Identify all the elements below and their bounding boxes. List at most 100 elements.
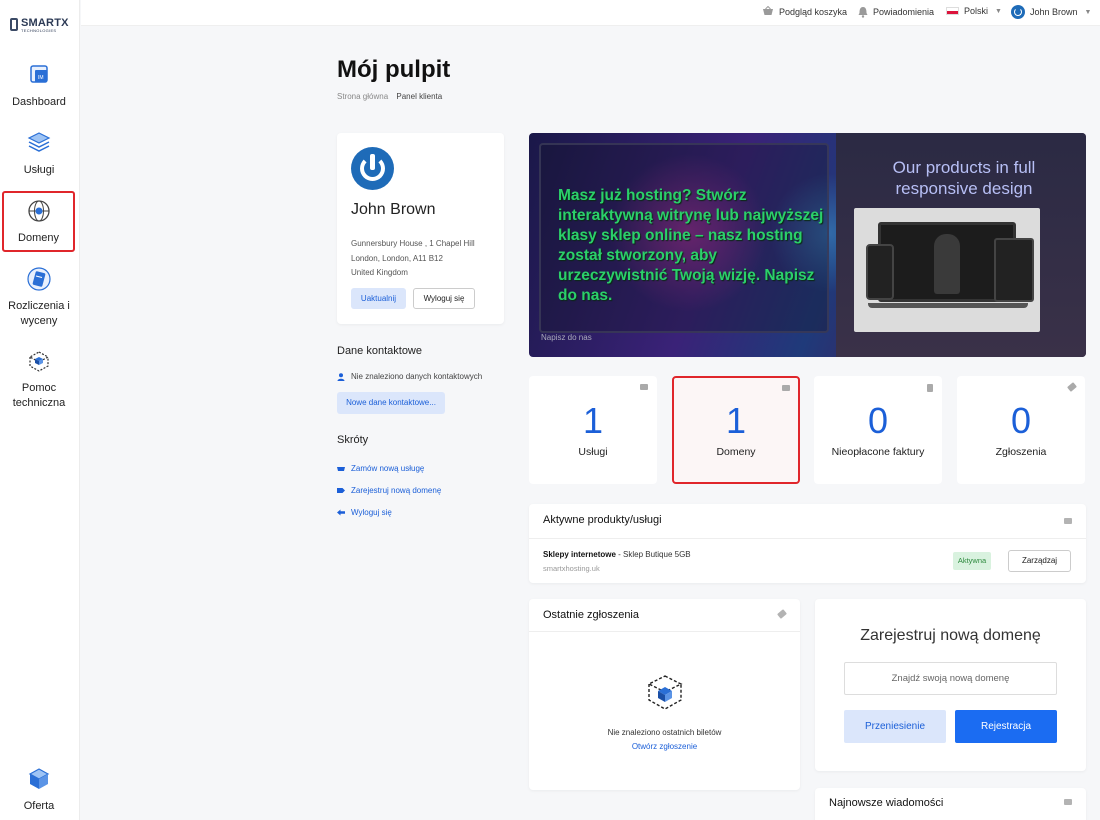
banner-contact-link[interactable]: Napisz do nas <box>541 333 592 342</box>
language-selector[interactable]: Polski ▼ <box>946 6 1002 16</box>
logo-mark-icon <box>10 18 18 31</box>
stat-card-domains[interactable]: 1 Domeny <box>672 376 800 484</box>
sidebar-item-dashboard[interactable]: IM Dashboard <box>0 62 78 110</box>
chevron-down-icon: ▼ <box>1084 8 1092 16</box>
register-button[interactable]: Rejestracja <box>955 710 1057 743</box>
offer-box-icon <box>28 768 50 789</box>
user-menu[interactable]: John Brown ▼ <box>1011 5 1091 19</box>
open-ticket-link[interactable]: Otwórz zgłoszenie <box>529 742 800 751</box>
language-label: Polski <box>964 6 989 16</box>
dashboard-icon: IM <box>30 65 48 83</box>
sidebar-item-label: Dashboard <box>12 96 66 108</box>
breadcrumb-home[interactable]: Strona główna <box>337 92 388 101</box>
product-domain: smartxhosting.uk <box>543 564 600 573</box>
ticket-icon <box>777 609 787 619</box>
bell-icon <box>858 7 868 18</box>
sidebar-item-label: Pomoc techniczna <box>12 382 66 409</box>
stat-label: Nieopłacone faktury <box>831 446 925 458</box>
stat-value: 0 <box>1010 400 1032 441</box>
ticket-icon <box>1067 382 1077 392</box>
shortcut-label: Zarejestruj nową domenę <box>351 486 442 495</box>
brand-logo[interactable]: SMARTX TECHNOLOGIES <box>10 17 68 34</box>
list-icon <box>640 384 648 390</box>
stat-label: Usługi <box>578 446 608 458</box>
sidebar: SMARTX TECHNOLOGIES IM Dashboard Usługi … <box>0 0 80 820</box>
user-avatar-icon <box>1011 5 1025 19</box>
notifications-link[interactable]: Powiadomienia <box>858 6 934 18</box>
cart-preview-link[interactable]: Podgląd koszyka <box>762 6 847 17</box>
brand-tagline: TECHNOLOGIES <box>21 28 57 33</box>
address-line: Gunnersbury House , 1 Chapel Hill <box>351 239 475 248</box>
shortcut-order-service[interactable]: Zamów nową usługę <box>337 464 424 473</box>
active-products-panel: Aktywne produkty/usługi Sklepy interneto… <box>529 504 1086 583</box>
logout-arrow-icon <box>337 509 345 516</box>
stat-card-unpaid-invoices[interactable]: 0 Nieopłacone faktury <box>814 376 942 484</box>
sidebar-item-billing[interactable]: Rozliczenia i wyceny <box>0 266 78 329</box>
tag-icon <box>337 488 345 493</box>
sidebar-item-label: Oferta <box>23 800 55 812</box>
promo-banner[interactable]: Masz już hosting? Stwórz interaktywną wi… <box>529 133 1086 357</box>
sidebar-item-label: Rozliczenia i wyceny <box>8 300 70 327</box>
manage-button[interactable]: Zarządzaj <box>1008 550 1071 572</box>
stat-label: Domeny <box>716 446 756 458</box>
profile-avatar-icon <box>351 147 394 190</box>
tickets-empty-message: Nie znaleziono ostatnich biletów <box>607 728 722 737</box>
tag-icon <box>782 385 790 391</box>
svg-text:IM: IM <box>38 75 44 81</box>
update-profile-button[interactable]: Uaktualnij <box>351 288 406 309</box>
product-plan: - Sklep Butique 5GB <box>615 550 691 559</box>
shortcut-logout[interactable]: Wyloguj się <box>337 508 392 517</box>
address-line: United Kingdom <box>351 268 408 277</box>
sidebar-item-offer[interactable]: Oferta <box>0 766 78 814</box>
stat-card-services[interactable]: 1 Usługi <box>529 376 657 484</box>
comment-icon <box>1064 799 1072 805</box>
stat-label: Zgłoszenia <box>995 446 1047 458</box>
new-contact-button[interactable]: Nowe dane kontaktowe... <box>337 392 445 414</box>
stat-value: 1 <box>725 400 747 441</box>
logout-button[interactable]: Wyloguj się <box>413 288 475 309</box>
cart-label: Podgląd koszyka <box>779 6 848 17</box>
domain-search-input[interactable]: Znajdź swoją nową domenę <box>844 662 1057 695</box>
sidebar-item-domains[interactable]: Domeny <box>2 191 75 252</box>
banner-heading: Our products in full responsive design <box>892 158 1036 198</box>
poland-flag-icon <box>946 7 959 15</box>
register-domain-panel: Zarejestruj nową domenę Znajdź swoją now… <box>815 599 1086 771</box>
list-icon <box>1064 518 1072 524</box>
register-domain-title: Zarejestruj nową domenę <box>860 627 1041 644</box>
active-products-title: Aktywne produkty/usługi <box>543 514 662 526</box>
address-line: London, London, A11 B12 <box>351 253 443 263</box>
topbar: Podgląd koszyka Powiadomienia Polski ▼ J… <box>81 0 1100 26</box>
notifications-label: Powiadomienia <box>873 7 935 17</box>
profile-card: John Brown Gunnersbury House , 1 Chapel … <box>337 133 504 324</box>
product-row[interactable]: Sklepy internetowe - Sklep Butique 5GB <box>543 550 691 559</box>
recent-tickets-panel: Ostatnie zgłoszenia Nie znaleziono ostat… <box>529 599 800 790</box>
banner-text: Masz już hosting? Stwórz interaktywną wi… <box>558 187 824 304</box>
sidebar-item-label: Usługi <box>23 164 55 176</box>
empty-box-icon <box>647 675 683 710</box>
news-panel: Najnowsze wiadomości <box>815 788 1086 820</box>
shortcut-register-domain[interactable]: Zarejestruj nową domenę <box>337 486 441 495</box>
sidebar-item-services[interactable]: Usługi <box>0 130 78 178</box>
chevron-down-icon: ▼ <box>995 7 1002 15</box>
cart-icon <box>763 6 773 15</box>
contacts-title: Dane kontaktowe <box>337 345 422 357</box>
sidebar-item-label: Domeny <box>18 232 59 244</box>
profile-name: John Brown <box>351 201 436 218</box>
shortcut-label: Wyloguj się <box>351 508 392 517</box>
contacts-empty-text: Nie znaleziono danych kontaktowych <box>351 372 483 381</box>
sidebar-item-support[interactable]: Pomoc techniczna <box>0 348 78 411</box>
profile-address: Gunnersbury House , 1 Chapel Hill London… <box>351 237 475 281</box>
document-icon <box>927 384 933 392</box>
user-name: John Brown <box>1030 7 1078 17</box>
stat-value: 0 <box>867 400 889 441</box>
transfer-button[interactable]: Przeniesienie <box>844 710 946 743</box>
stat-value: 1 <box>582 400 604 441</box>
globe-icon <box>27 200 50 222</box>
recent-tickets-title: Ostatnie zgłoszenia <box>543 609 639 621</box>
stat-card-tickets[interactable]: 0 Zgłoszenia <box>957 376 1085 484</box>
page-title: Mój pulpit <box>337 56 451 83</box>
devices-mockup-image <box>854 208 1040 332</box>
support-box-icon <box>28 351 50 372</box>
billing-card-icon <box>27 267 51 291</box>
product-name: Sklepy internetowe <box>543 550 616 559</box>
